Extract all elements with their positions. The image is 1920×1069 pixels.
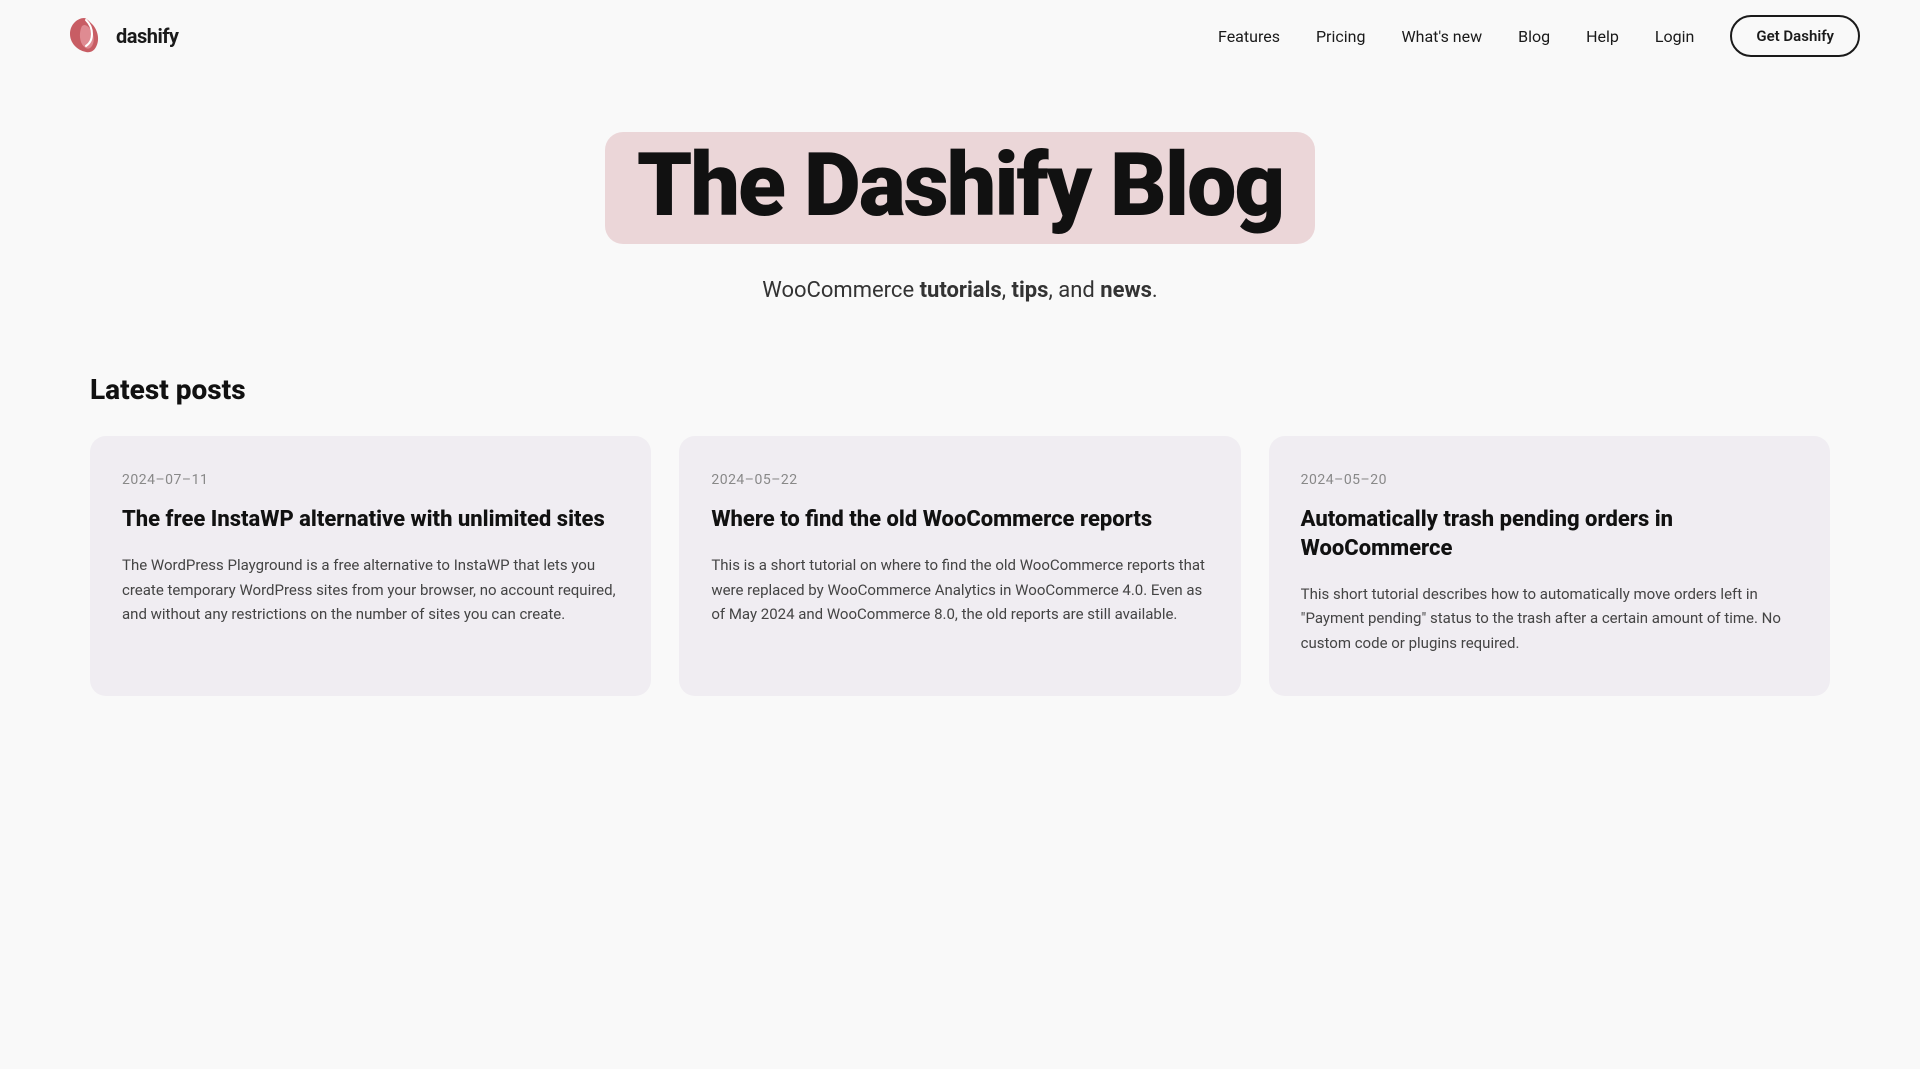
main-nav: Features Pricing What's new Blog Help Lo… [1218,15,1860,57]
post-title-1: Where to find the old WooCommerce report… [711,506,1208,535]
post-card-0[interactable]: 2024–07–11 The free InstaWP alternative … [90,436,651,695]
post-title-2: Automatically trash pending orders in Wo… [1301,506,1798,563]
hero-subtitle-bold1: tutorials [920,278,1002,303]
brand-name: dashify [116,24,178,48]
get-dashify-button[interactable]: Get Dashify [1730,15,1860,57]
post-card-2[interactable]: 2024–05–20 Automatically trash pending o… [1269,436,1830,695]
hero-subtitle-bold3: news [1100,278,1152,303]
nav-blog[interactable]: Blog [1518,27,1550,46]
hero-subtitle-plain: WooCommerce [762,278,919,303]
posts-grid: 2024–07–11 The free InstaWP alternative … [90,436,1830,695]
hero-title-background: The Dashify Blog [605,132,1315,244]
hero-subtitle-end: . [1152,278,1158,303]
post-excerpt-1: This is a short tutorial on where to fin… [711,553,1208,627]
hero-title: The Dashify Blog [637,140,1283,232]
hero-section: The Dashify Blog WooCommerce tutorials, … [0,72,1920,323]
hero-subtitle-sep1: , [1002,278,1012,303]
dashify-logo-icon [60,12,108,60]
hero-subtitle-bold2: tips [1012,278,1049,303]
latest-posts-title: Latest posts [90,373,1830,406]
post-date-0: 2024–07–11 [122,472,619,488]
post-date-1: 2024–05–22 [711,472,1208,488]
post-date-2: 2024–05–20 [1301,472,1798,488]
nav-login[interactable]: Login [1655,27,1694,46]
logo[interactable]: dashify [60,12,178,60]
hero-subtitle: WooCommerce tutorials, tips, and news. [20,278,1900,303]
nav-pricing[interactable]: Pricing [1316,27,1366,46]
site-header: dashify Features Pricing What's new Blog… [0,0,1920,72]
post-title-0: The free InstaWP alternative with unlimi… [122,506,619,535]
nav-whats-new[interactable]: What's new [1401,27,1482,46]
hero-subtitle-sep2: , and [1048,278,1100,303]
post-excerpt-0: The WordPress Playground is a free alter… [122,553,619,627]
post-card-1[interactable]: 2024–05–22 Where to find the old WooComm… [679,436,1240,695]
nav-help[interactable]: Help [1586,27,1619,46]
post-excerpt-2: This short tutorial describes how to aut… [1301,582,1798,656]
latest-posts-section: Latest posts 2024–07–11 The free InstaWP… [0,323,1920,755]
nav-features[interactable]: Features [1218,27,1280,46]
